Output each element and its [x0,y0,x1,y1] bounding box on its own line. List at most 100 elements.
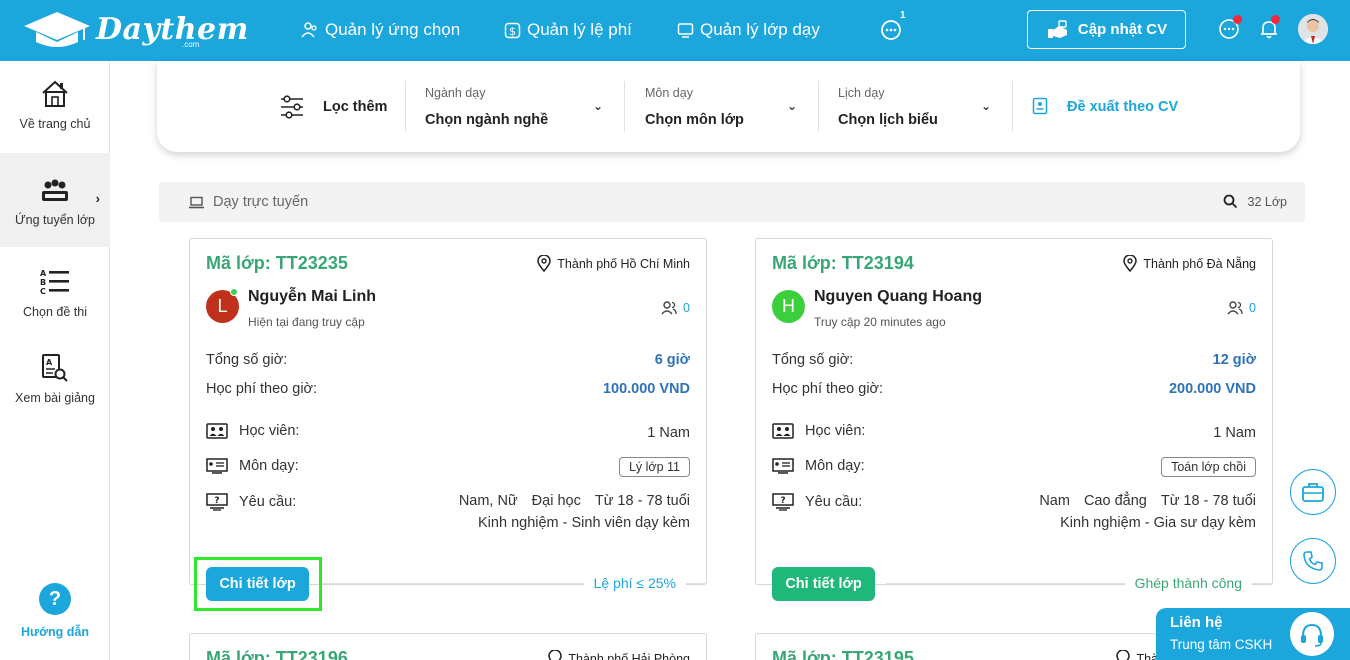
req-experience: Kinh nghiệm - Sinh viên dạy kèm [478,515,690,531]
sidebar-item-apply-class[interactable]: Ứng tuyển lớp › [0,153,110,247]
total-hours-label: Tổng số giờ: [206,352,288,368]
online-indicator [230,288,238,296]
help-label: Hướng dẫn [21,625,89,639]
laptop-icon [189,196,204,208]
requirement-icon: ? [206,493,228,511]
req-age: Từ 18 - 78 tuổi [1160,493,1256,509]
schedule-value: Chọn lịch biểu [838,112,938,128]
sidebar-item-home[interactable]: Về trang chủ [0,61,110,155]
divider [818,81,819,132]
class-count: 32 Lớp [1223,194,1287,209]
sidebar-item-label: Chọn đề thi [23,305,87,319]
location-pin-icon [537,255,552,272]
update-cv-button[interactable]: Cập nhật CV [1027,10,1186,49]
schedule-label: Lịch dạy [838,86,885,100]
applicant-count-value: 0 [683,300,690,315]
subject-value: Chọn môn lớp [645,112,744,128]
teaching-mode-label: Dạy trực tuyến [213,194,309,210]
class-count-label: 32 Lớp [1247,194,1287,209]
class-location: Thà [1116,650,1156,660]
svg-text:B: B [40,278,46,287]
sidebar-item-label: Xem bài giảng [15,391,95,405]
teacher-board-icon [206,458,228,474]
sidebar-item-label: Ứng tuyển lớp [14,213,96,227]
headset-icon [1290,612,1334,656]
sidebar-item-help[interactable]: ? Hướng dẫn [0,583,110,653]
dollar-icon: $ [504,22,521,38]
total-hours-value: 6 giờ [654,352,690,368]
more-chat-icon[interactable] [880,19,902,41]
help-icon: ? [39,583,71,615]
monitor-icon [677,22,694,38]
handshake-icon [1047,19,1067,38]
class-code: Mã lớp: TT23194 [772,253,914,273]
applicant-count: 0 [661,300,690,315]
sidebar-item-choose-exam[interactable]: ABC Chọn đề thi [0,249,110,343]
total-hours-value: 12 giờ [1212,352,1256,368]
student-card-icon [772,423,794,439]
nav-manage-applications[interactable]: Quản lý ứng chọn [301,18,460,42]
chat-badge: 1 [900,10,906,21]
home-icon [42,80,68,107]
subject-row: Môn dạy: [206,458,299,474]
sidebar: Về trang chủ Ứng tuyển lớp › ABC Chọn đề… [0,61,110,660]
phone-button[interactable] [1290,538,1336,584]
nav-label: Quản lý lệ phí [527,20,632,39]
divider [624,81,625,132]
class-code: Mã lớp: TT23196 [206,648,348,660]
req-gender: Nam, Nữ [458,493,518,509]
results-header: Dạy trực tuyến 32 Lớp [159,182,1305,222]
tutor-status: Hiện tại đang truy cập [248,315,365,329]
city-label: Thà [1136,651,1156,660]
subject-label: Môn dạy: [805,458,865,474]
users-icon [301,22,317,38]
class-detail-button[interactable]: Chi tiết lớp [772,567,875,601]
contact-widget[interactable]: Liên hệ Trung tâm CSKH [1156,608,1350,660]
tutor-name[interactable]: Nguyễn Mai Linh [248,288,376,306]
total-hours-label: Tổng số giờ: [772,352,854,368]
user-avatar: H [772,290,805,323]
city-label: Thành phố Đà Nẵng [1143,256,1256,271]
id-card-icon [1032,97,1048,115]
students-row: Học viên: [206,423,299,439]
teaching-mode: Dạy trực tuyến [189,194,308,210]
location-pin-icon [1123,255,1138,272]
svg-text:A: A [40,269,47,278]
class-card: Mã lớp: TT23235 Thành phố Hồ Chí Minh L … [189,238,707,601]
requirement-row: ? Yêu cầu: [206,493,296,511]
nav-manage-classes[interactable]: Quản lý lớp dạy [677,18,820,42]
search-icon[interactable] [1223,194,1238,209]
nav-manage-fees[interactable]: $ Quản lý lệ phí [504,18,632,42]
brand-name: Daythem [96,12,249,47]
avatar[interactable] [1298,14,1328,44]
svg-text:?: ? [780,496,785,506]
req-age: Từ 18 - 78 tuổi [594,493,690,509]
top-bar: Daythem .com Quản lý ứng chọn $ Quản lý … [0,0,1350,61]
notification-dot [1271,15,1280,24]
class-card: Mã lớp: TT23194 Thành phố Đà Nẵng H Nguy… [755,238,1273,601]
logo[interactable]: Daythem .com [22,8,248,52]
requirement-label: Yêu cầu: [805,494,863,510]
sidebar-item-view-lessons[interactable]: A Xem bài giảng [0,339,110,433]
tutor-name[interactable]: Nguyen Quang Hoang [814,288,982,306]
nav-label: Quản lý lớp dạy [700,20,820,39]
highlight-box [194,557,322,611]
divider [1012,81,1013,132]
students-label: Học viên: [805,423,866,439]
phone-icon [1303,551,1323,571]
class-location: Thành phố Đà Nẵng [1123,255,1256,272]
sliders-icon [281,95,303,119]
fee-note: Lệ phí ≤ 25% [583,575,686,591]
nav-label: Quản lý ứng chọn [325,20,461,39]
brand-suffix: .com [182,40,200,49]
teacher-board-icon [772,458,794,474]
users-icon [1227,301,1243,315]
students-row: Học viên: [772,423,865,439]
briefcase-button[interactable] [1290,469,1336,515]
filter-title[interactable]: Lọc thêm [323,99,387,115]
subject-row: Môn dạy: [772,458,865,474]
classroom-icon [42,179,68,201]
fee-label: Học phí theo giờ: [772,381,884,397]
document-search-icon: A [42,354,68,382]
req-experience: Kinh nghiệm - Gia sư dạy kèm [1060,515,1256,531]
